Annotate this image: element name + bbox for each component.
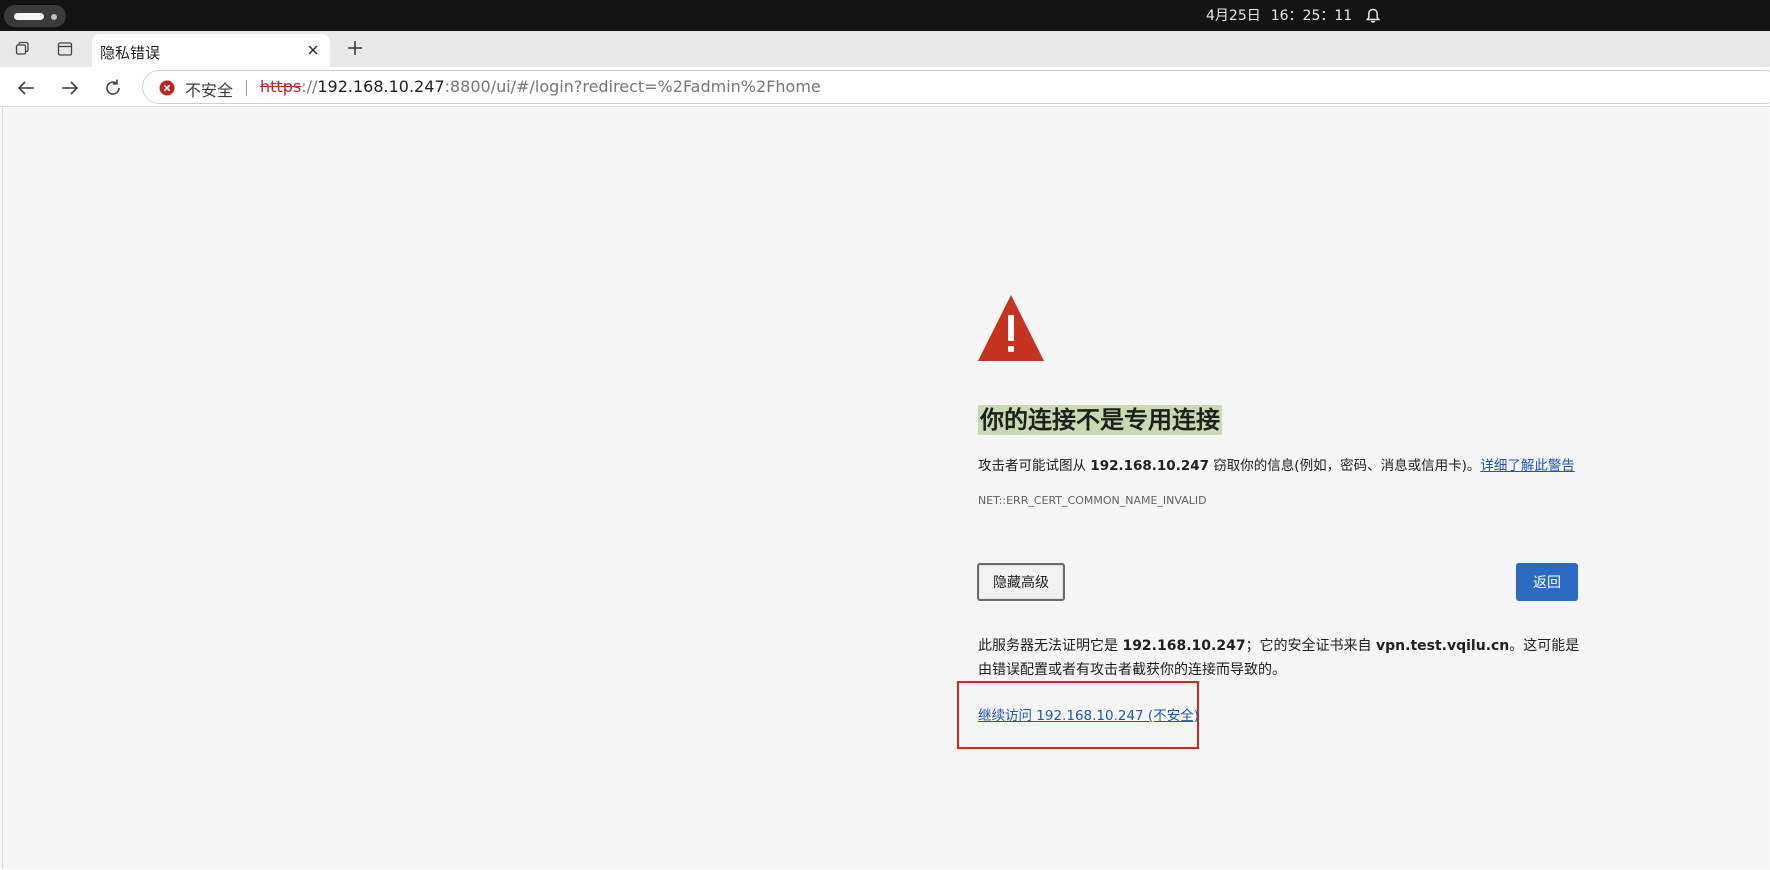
error-code[interactable]: NET::ERR_CERT_COMMON_NAME_INVALID <box>978 494 1207 507</box>
desc-suffix: 窃取你的信息(例如，密码、消息或信用卡)。 <box>1209 458 1481 474</box>
back-arrow-icon[interactable] <box>14 76 38 100</box>
back-to-safety-button[interactable]: 返回 <box>1516 563 1578 601</box>
hide-advanced-button[interactable]: 隐藏高级 <box>977 563 1065 601</box>
url-host: 192.168.10.247 <box>317 77 445 96</box>
new-tab-plus-icon[interactable] <box>344 37 366 59</box>
tab-actions-icon[interactable] <box>52 37 78 61</box>
forward-arrow-icon[interactable] <box>58 76 82 100</box>
browser-toolbar: 不安全 https://192.168.10.247:8800/ui/#/log… <box>0 67 1770 107</box>
clock-time: 16：25：11 <box>1270 8 1353 24</box>
url-text[interactable]: https://192.168.10.247:8800/ui/#/login?r… <box>260 77 821 96</box>
privacy-error-page <box>2 108 1768 868</box>
reload-icon[interactable] <box>101 76 125 100</box>
tab-strip: 隐私错误 <box>0 31 1770 67</box>
omnibox-divider <box>246 80 247 96</box>
warning-triangle-icon <box>978 295 1044 361</box>
url-path: :8800/ui/#/login?redirect=%2Fadmin%2Fhom… <box>444 77 821 96</box>
proceed-unsafe-link[interactable]: 继续访问 192.168.10.247 (不安全) <box>978 704 1199 724</box>
close-tab-icon[interactable] <box>304 41 322 59</box>
clock[interactable]: 4月25日 16：25：11 <box>1206 7 1362 25</box>
explain-issuer: vpn.test.vqilu.cn <box>1376 638 1510 654</box>
system-top-bar: 4月25日 16：25：11 <box>0 0 1770 31</box>
explain-prefix: 此服务器无法证明它是 <box>978 638 1123 654</box>
workspace-indicator-inactive <box>51 14 57 20</box>
activities-button[interactable] <box>4 5 66 27</box>
desc-host: 192.168.10.247 <box>1090 458 1210 474</box>
workspace-indicator-active <box>14 13 44 20</box>
tab-privacy-error[interactable]: 隐私错误 <box>92 34 330 67</box>
page-title: 你的连接不是专用连接 <box>978 405 1222 435</box>
tab-title: 隐私错误 <box>100 44 161 62</box>
notification-bell-icon[interactable] <box>1364 7 1382 25</box>
not-secure-error-icon[interactable] <box>159 80 175 96</box>
learn-more-link[interactable]: 详细了解此警告 <box>1480 458 1575 474</box>
warning-description: 攻击者可能试图从 192.168.10.247 窃取你的信息(例如，密码、消息或… <box>978 454 1575 474</box>
explain-host: 192.168.10.247 <box>1122 638 1246 654</box>
url-separator: :// <box>301 77 318 96</box>
explain-mid: ；它的安全证书来自 <box>1245 638 1377 654</box>
clock-date: 4月25日 <box>1206 8 1261 24</box>
desc-prefix: 攻击者可能试图从 <box>978 458 1091 474</box>
address-bar[interactable]: 不安全 https://192.168.10.247:8800/ui/#/log… <box>142 70 1770 104</box>
workspaces-icon[interactable] <box>10 37 36 61</box>
url-scheme: https <box>260 77 302 96</box>
advanced-explanation: 此服务器无法证明它是 192.168.10.247；它的安全证书来自 vpn.t… <box>978 634 1588 682</box>
not-secure-label[interactable]: 不安全 <box>185 77 233 101</box>
